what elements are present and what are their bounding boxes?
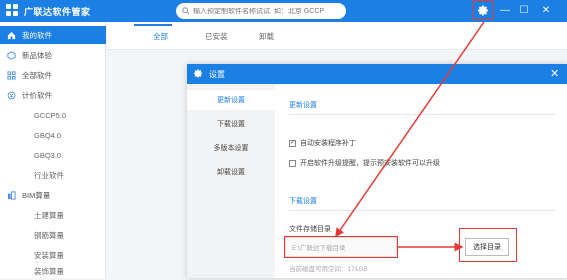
- gear-icon: [477, 5, 488, 15]
- auto-install-checkbox[interactable]: ✓: [289, 139, 296, 147]
- auto-install-option[interactable]: ✓ 自动安装程序补丁: [289, 138, 356, 148]
- close-button[interactable]: ✕: [537, 1, 555, 19]
- app-title: 广联达软件管家: [24, 7, 91, 17]
- dialog-nav: 更新设置 下载设置 多版本设置 卸载设置: [187, 84, 275, 278]
- sidebar-item-label: 我的软件: [22, 30, 52, 40]
- sidebar-item-label: 全部软件: [22, 70, 52, 80]
- search-box[interactable]: [176, 3, 346, 19]
- sidebar-item-rebar[interactable]: 钢筋算量: [0, 226, 106, 244]
- section-divider: [289, 210, 557, 211]
- sidebar-item-all-software[interactable]: 全部软件: [0, 66, 106, 84]
- sidebar-item-bim[interactable]: BIM算量: [0, 186, 106, 204]
- sidebar-item-label: BIM算量: [22, 190, 51, 200]
- upgrade-notice-checkbox[interactable]: [289, 159, 296, 167]
- section-divider: [289, 114, 557, 115]
- tab-all[interactable]: 全部: [153, 31, 168, 42]
- update-section-title: 更新设置: [289, 102, 317, 109]
- settings-button[interactable]: [473, 0, 493, 20]
- dialog-tab-multiversion[interactable]: 多版本设置: [187, 138, 275, 158]
- sidebar-item-my-software[interactable]: 我的软件: [0, 26, 106, 44]
- sidebar-item-decoration[interactable]: 装饰算量: [0, 262, 106, 280]
- choose-folder-button[interactable]: 选择目录: [465, 238, 509, 256]
- dialog-tab-uninstall[interactable]: 卸载设置: [187, 162, 275, 182]
- search-icon: [182, 7, 190, 15]
- sidebar-item-label: 新品体验: [22, 50, 52, 60]
- upgrade-notice-label: 开启软件升级提醒，提示预安装软件可以升级: [300, 160, 440, 167]
- price-icon: [7, 91, 16, 100]
- sidebar-item-industry[interactable]: 行业软件: [0, 166, 106, 184]
- settings-dialog: 设置 ✕ 更新设置 下载设置 多版本设置 卸载设置 更新设置 ✓ 自动安装程序补…: [187, 64, 567, 278]
- folder-path-input[interactable]: [284, 236, 398, 258]
- download-section-title: 下载设置: [289, 198, 317, 205]
- sidebar-item-gbq3[interactable]: GBQ3.0: [0, 146, 106, 164]
- active-tab-indicator: [134, 24, 172, 26]
- cube-icon: [7, 50, 16, 60]
- bim-icon: [7, 190, 16, 200]
- dialog-close-button[interactable]: ✕: [550, 67, 559, 80]
- minimize-button[interactable]: —: [496, 1, 514, 19]
- tab-uninstall[interactable]: 卸载: [259, 31, 274, 42]
- grid-icon: [7, 70, 16, 80]
- auto-install-label: 自动安装程序补丁: [300, 140, 356, 147]
- sidebar-item-pricing-software[interactable]: 计价软件: [0, 86, 106, 104]
- sidebar-item-gbq4[interactable]: GBQ4.0: [0, 126, 106, 144]
- title-bar: 广联达软件管家 — ☐ ✕: [0, 0, 567, 22]
- disk-space-info: 当前磁盘可用空间：171GB: [289, 266, 368, 273]
- dialog-tab-update[interactable]: 更新设置: [187, 90, 275, 110]
- sidebar-item-gccp5[interactable]: GCCP5.0: [0, 106, 106, 124]
- sidebar-item-new-products[interactable]: 新品体验: [0, 46, 106, 64]
- tab-installed[interactable]: 已安装: [205, 31, 228, 42]
- sidebar-item-civil[interactable]: 土建算量: [0, 206, 106, 224]
- home-icon: [7, 31, 16, 40]
- app-logo: [6, 4, 18, 16]
- sidebar-item-label: 计价软件: [22, 90, 52, 100]
- search-input[interactable]: [193, 7, 343, 15]
- upgrade-notice-option[interactable]: 开启软件升级提醒，提示预安装软件可以升级: [289, 158, 440, 168]
- gear-icon: [194, 69, 203, 80]
- dialog-title: 设置: [209, 70, 225, 79]
- top-tabs: 全部 已安装 卸载: [107, 22, 567, 50]
- maximize-button[interactable]: ☐: [515, 1, 533, 19]
- folder-label: 文件存储目录: [289, 226, 331, 233]
- dialog-header: 设置 ✕: [187, 64, 567, 84]
- sidebar: 我的软件 新品体验 全部软件 计价软件 GCCP5.0 GBQ4.0 GBQ3.…: [0, 22, 106, 278]
- dialog-tab-download[interactable]: 下载设置: [187, 114, 275, 134]
